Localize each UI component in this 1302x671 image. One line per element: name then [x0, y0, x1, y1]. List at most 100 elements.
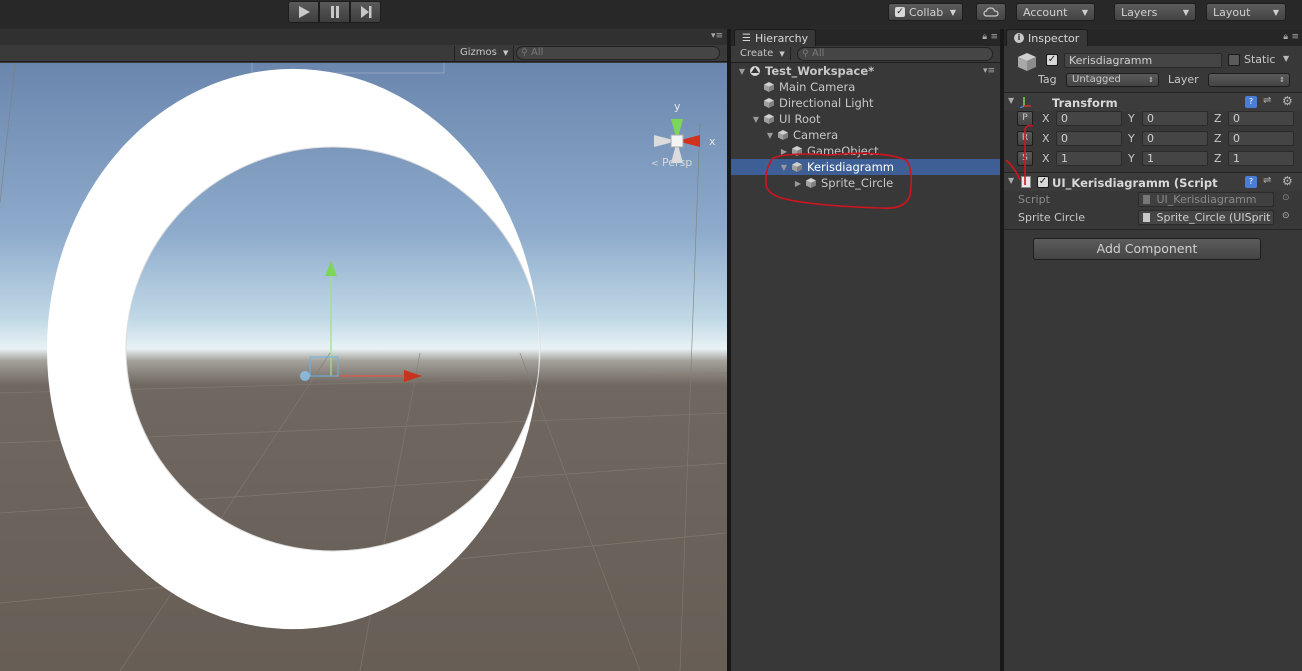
chevron-down-icon[interactable]: ▼: [1283, 54, 1289, 63]
scene-viewport[interactable]: y x: [0, 63, 727, 671]
cloud-button[interactable]: [976, 3, 1006, 21]
lock-icon[interactable]: 🔒︎: [1283, 32, 1288, 42]
hierarchy-toolbar: Create ▼ ⚲ All: [731, 46, 1001, 63]
hierarchy-item-label: Sprite_Circle: [821, 176, 894, 190]
gameobject-cube-icon: [792, 146, 802, 156]
axis-label: Z: [1214, 152, 1222, 165]
step-button[interactable]: [350, 1, 381, 23]
play-icon: [298, 6, 310, 18]
persp-icon: <: [651, 159, 659, 169]
script-enabled-checkbox[interactable]: ✓: [1037, 176, 1049, 188]
transform-y-input[interactable]: 1: [1142, 151, 1208, 166]
hierarchy-item-label: Main Camera: [779, 80, 856, 94]
tag-dropdown[interactable]: Untagged ⇕: [1066, 73, 1159, 87]
transform-x-input[interactable]: 0: [1056, 131, 1122, 146]
scene-view[interactable]: ▾≡ Gizmos ▼ ⚲ All y x < Persp: [0, 29, 727, 671]
list-icon: ☰: [742, 32, 751, 44]
script-field: UI_Kerisdiagramm: [1138, 192, 1274, 207]
inspector-panel: i Inspector 🔒︎ ≡ ✓ Kerisdiagramm Static …: [1004, 29, 1302, 671]
help-icon[interactable]: ?: [1245, 176, 1257, 188]
play-button[interactable]: [288, 1, 319, 23]
gizmo-y-label: y: [674, 100, 681, 113]
transform-z-input[interactable]: 1: [1228, 151, 1294, 166]
projection-toggle[interactable]: < Persp: [651, 156, 692, 169]
object-name-value: Kerisdiagramm: [1069, 54, 1153, 67]
account-button[interactable]: Account ▼: [1016, 3, 1095, 21]
hierarchy-item[interactable]: ▶ GameObject: [731, 143, 1001, 159]
gizmos-dropdown[interactable]: Gizmos ▼: [454, 46, 515, 61]
chevron-down-icon: ▼: [779, 50, 785, 58]
transform-x-input[interactable]: 1: [1056, 151, 1122, 166]
active-checkbox[interactable]: ✓: [1046, 54, 1058, 66]
hierarchy-item[interactable]: ▼ Kerisdiagramm: [731, 159, 1001, 175]
pause-button[interactable]: [319, 1, 350, 23]
transform-row-button[interactable]: S: [1017, 151, 1033, 166]
hierarchy-item-label: Kerisdiagramm: [807, 160, 894, 174]
layers-button[interactable]: Layers ▼: [1114, 3, 1196, 21]
static-label: Static: [1244, 53, 1276, 66]
transform-axes-icon: [1020, 97, 1031, 108]
preset-icon[interactable]: ⇌: [1263, 175, 1271, 186]
collab-button[interactable]: ✓ Collab ▼: [888, 3, 963, 21]
gear-icon[interactable]: ⚙: [1282, 94, 1293, 108]
object-name-input[interactable]: Kerisdiagramm: [1064, 53, 1222, 68]
tag-label: Tag: [1038, 73, 1057, 86]
foldout-expanded-icon[interactable]: ▼: [765, 131, 775, 140]
foldout-expanded-icon[interactable]: ▼: [779, 163, 789, 172]
help-icon[interactable]: ?: [1245, 96, 1257, 108]
hierarchy-item[interactable]: ▼ Test_Workspace* ▾≡: [731, 63, 1001, 79]
transform-y-input[interactable]: 0: [1142, 131, 1208, 146]
info-icon: i: [1014, 33, 1024, 43]
transform-y-input[interactable]: 0: [1142, 111, 1208, 126]
scene-search-input[interactable]: ⚲ All: [516, 46, 720, 60]
sprite-circle-value: Sprite_Circle (UISprit: [1156, 211, 1271, 224]
layout-button[interactable]: Layout ▼: [1206, 3, 1286, 21]
layer-label: Layer: [1168, 73, 1199, 86]
transform-row-button[interactable]: R: [1017, 131, 1033, 146]
scene-menu-icon[interactable]: ▾≡: [983, 66, 995, 76]
tab-hierarchy[interactable]: ☰ Hierarchy: [734, 29, 816, 46]
transform-x-input[interactable]: 0: [1056, 111, 1122, 126]
tab-inspector-label: Inspector: [1028, 31, 1080, 45]
transform-z-input[interactable]: 0: [1228, 111, 1294, 126]
script-component-header[interactable]: ▼ ✓ UI_Kerisdiagramm (Script ? ⇌ ⚙: [1004, 172, 1302, 191]
foldout-collapsed-icon[interactable]: ▶: [779, 147, 789, 156]
object-picker-icon[interactable]: ⊙: [1282, 211, 1290, 221]
panel-menu-icon[interactable]: ≡: [990, 32, 998, 42]
chevron-updown-icon: ⇕: [1148, 76, 1154, 84]
foldout-expanded-icon[interactable]: ▼: [737, 67, 747, 76]
axis-label: Y: [1128, 152, 1135, 165]
preset-icon[interactable]: ⇌: [1263, 95, 1271, 106]
sprite-circle-field[interactable]: Sprite_Circle (UISprit: [1138, 210, 1274, 225]
panel-menu-icon[interactable]: ≡: [1291, 32, 1299, 42]
add-component-button[interactable]: Add Component: [1033, 238, 1261, 260]
gameobject-cube-icon: [764, 114, 774, 124]
transform-row-button[interactable]: P: [1017, 111, 1033, 126]
create-dropdown[interactable]: Create ▼: [735, 47, 791, 60]
axis-label: X: [1042, 132, 1050, 145]
layer-dropdown[interactable]: ⇕: [1208, 73, 1290, 87]
gameobject-cube-icon: [764, 98, 774, 108]
tab-inspector[interactable]: i Inspector: [1006, 29, 1088, 46]
chevron-updown-icon: ⇕: [1279, 76, 1285, 84]
hierarchy-item[interactable]: Main Camera: [731, 79, 1001, 95]
hierarchy-item[interactable]: Directional Light: [731, 95, 1001, 111]
foldout-expanded-icon[interactable]: ▼: [751, 115, 761, 124]
static-checkbox[interactable]: [1228, 54, 1240, 66]
gear-icon[interactable]: ⚙: [1282, 174, 1293, 188]
checkmark-icon: ✓: [895, 7, 905, 17]
hierarchy-item[interactable]: ▼ UI Root: [731, 111, 1001, 127]
chevron-down-icon: ▼: [1182, 7, 1189, 17]
hierarchy-item[interactable]: ▶ Sprite_Circle: [731, 175, 1001, 191]
hierarchy-search-input[interactable]: ⚲ All: [797, 47, 993, 61]
chevron-down-icon: ▼: [503, 49, 509, 57]
transform-z-input[interactable]: 0: [1228, 131, 1294, 146]
hierarchy-item[interactable]: ▼ Camera: [731, 127, 1001, 143]
lock-icon[interactable]: 🔒︎: [982, 32, 987, 42]
sprite-circle-label: Sprite Circle: [1018, 211, 1086, 224]
transform-header[interactable]: ▼ Transform ? ⇌ ⚙: [1004, 92, 1302, 111]
object-picker-icon: ⊙: [1282, 193, 1290, 203]
gameobject-cube-icon: [792, 162, 802, 172]
foldout-collapsed-icon[interactable]: ▶: [793, 179, 803, 188]
panel-menu-icon[interactable]: ▾≡: [711, 31, 723, 41]
